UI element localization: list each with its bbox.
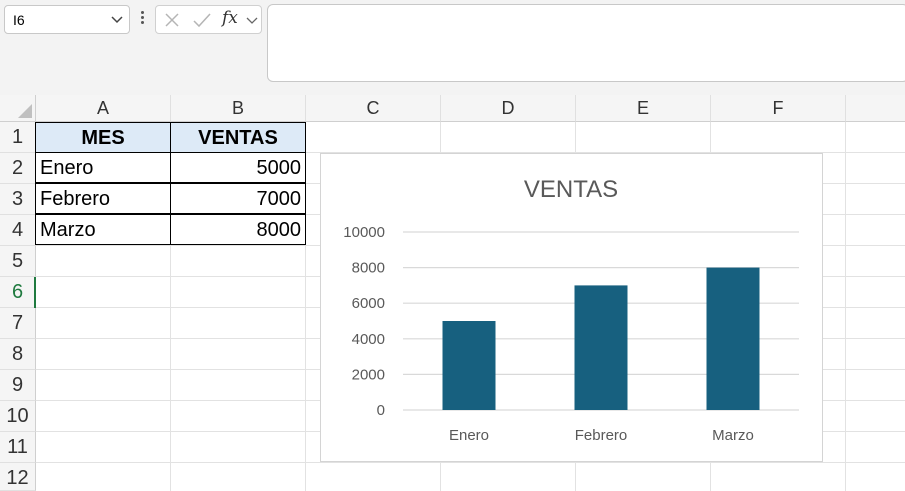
insert-function-button[interactable]: fx: [222, 8, 238, 28]
row-header-active[interactable]: 6: [0, 277, 36, 308]
formula-input[interactable]: [267, 4, 905, 82]
formula-bar: I6 fx: [0, 0, 905, 95]
name-box[interactable]: I6: [4, 5, 130, 34]
row-header[interactable]: 3: [0, 184, 36, 215]
column-header-b[interactable]: B: [171, 95, 306, 122]
cancel-icon[interactable]: [164, 12, 180, 28]
row-header[interactable]: 8: [0, 339, 36, 370]
ventas-chart[interactable]: VENTAS 0 2000 4000 6000 8000 10000 Enero Febrer…: [320, 153, 823, 462]
y-tick-label: 8000: [352, 260, 385, 277]
bar-febrero[interactable]: [574, 285, 628, 410]
formula-controls: fx: [155, 5, 262, 34]
row-header[interactable]: 12: [0, 463, 36, 491]
y-tick-label: 10000: [343, 224, 385, 241]
cell-b4[interactable]: 8000: [170, 214, 306, 245]
bar-enero[interactable]: [442, 321, 496, 410]
column-header-c[interactable]: C: [306, 95, 441, 122]
confirm-icon[interactable]: [192, 12, 212, 28]
y-tick-label: 2000: [352, 366, 385, 383]
row-header[interactable]: 9: [0, 370, 36, 401]
bar-marzo[interactable]: [706, 267, 760, 410]
row-header[interactable]: 2: [0, 153, 36, 184]
more-options-icon[interactable]: [137, 9, 147, 29]
y-tick-label: 0: [377, 402, 385, 419]
chevron-down-icon[interactable]: [246, 17, 258, 25]
cell-a3[interactable]: Febrero: [35, 183, 171, 214]
column-header-g[interactable]: [846, 95, 905, 122]
x-tick-label: Marzo: [712, 427, 754, 444]
row-header[interactable]: 4: [0, 215, 36, 246]
row-header[interactable]: 1: [0, 122, 36, 153]
cell-b3[interactable]: 7000: [170, 183, 306, 214]
x-tick-label: Febrero: [575, 427, 628, 444]
column-header-e[interactable]: E: [576, 95, 711, 122]
name-box-value: I6: [13, 12, 25, 28]
row-header[interactable]: 10: [0, 401, 36, 432]
cell-b1[interactable]: VENTAS: [170, 122, 306, 153]
column-header-f[interactable]: F: [711, 95, 846, 122]
row-header[interactable]: 11: [0, 432, 36, 463]
cell-a2[interactable]: Enero: [35, 152, 171, 183]
column-header-d[interactable]: D: [441, 95, 576, 122]
row-header[interactable]: 7: [0, 308, 36, 339]
chart-svg: VENTAS 0 2000 4000 6000 8000 10000 Enero Febrer…: [343, 176, 799, 444]
x-tick-label: Enero: [449, 427, 489, 444]
y-tick-label: 6000: [352, 295, 385, 312]
cell-b2[interactable]: 5000: [170, 152, 306, 183]
y-tick-label: 4000: [352, 331, 385, 348]
cell-a1[interactable]: MES: [35, 122, 171, 153]
select-all-icon: [18, 104, 32, 118]
row-header[interactable]: 5: [0, 246, 36, 277]
column-header-a[interactable]: A: [36, 95, 171, 122]
chevron-down-icon: [111, 16, 123, 24]
cell-a4[interactable]: Marzo: [35, 214, 171, 245]
chart-title: VENTAS: [524, 176, 618, 203]
